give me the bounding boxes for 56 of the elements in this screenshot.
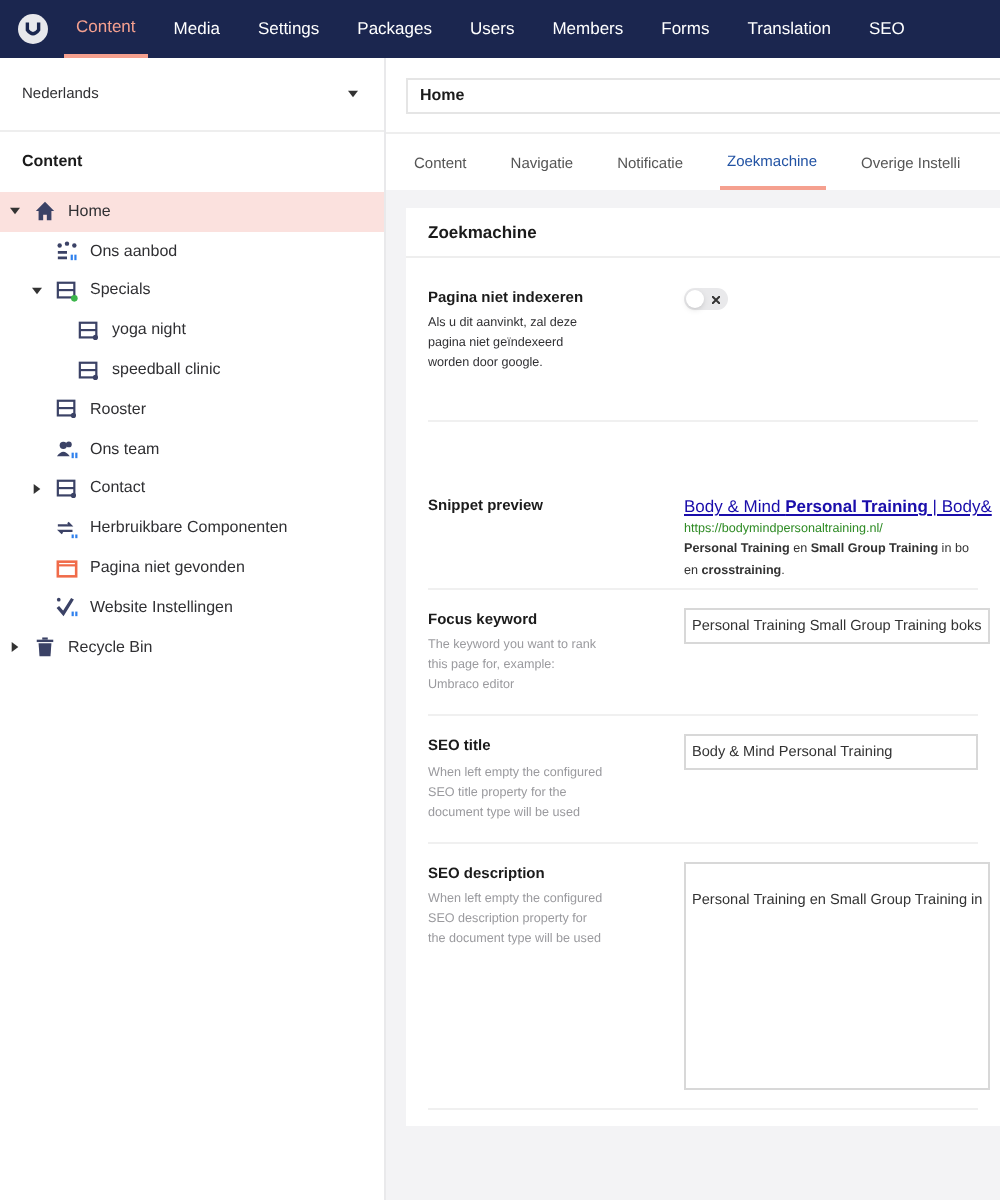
- page-stack-icon: [56, 398, 78, 421]
- snippet-title-link[interactable]: Body & Mind Personal Training | Body&: [684, 494, 992, 520]
- nav-tab[interactable]: Forms: [649, 0, 722, 58]
- tree-item-label: Website Instellingen: [90, 595, 233, 620]
- tree-item[interactable]: Home: [0, 192, 384, 232]
- panel-title: Zoekmachine: [428, 219, 537, 245]
- page-stack-icon: [56, 279, 78, 302]
- checkmark-icon: [56, 596, 78, 619]
- tree-item[interactable]: Rooster: [0, 389, 384, 430]
- nav-tab[interactable]: Users: [458, 0, 527, 58]
- tree-item[interactable]: speedball clinic: [0, 350, 384, 390]
- tree-item[interactable]: Specials: [0, 271, 384, 311]
- tree-item[interactable]: Pagina niet gevonden: [0, 548, 384, 588]
- tree-item-label: yoga night: [112, 318, 186, 343]
- tree-item[interactable]: Contact: [0, 469, 384, 509]
- nav-tab[interactable]: Packages: [345, 0, 444, 58]
- home-icon: [34, 200, 56, 223]
- caret-icon[interactable]: [10, 206, 20, 217]
- close-icon: [712, 295, 720, 303]
- tree-item-label: Recycle Bin: [68, 635, 153, 660]
- section-title: Content: [22, 150, 83, 174]
- caret-icon[interactable]: [32, 483, 42, 494]
- tree-item[interactable]: Ons team: [0, 429, 384, 470]
- page-stack-icon: [78, 359, 100, 382]
- people-icon: [56, 438, 78, 461]
- arrows-icon: [56, 517, 78, 540]
- trash-icon: [34, 636, 56, 659]
- caret-icon[interactable]: [10, 642, 20, 653]
- caret-icon[interactable]: [32, 285, 42, 296]
- tree-item-label: Home: [68, 199, 111, 224]
- nav-tab[interactable]: Settings: [245, 0, 332, 58]
- tree-item-label: Herbruikbare Componenten: [90, 516, 288, 541]
- toggle-switch[interactable]: [684, 288, 728, 310]
- window-icon: [56, 557, 78, 580]
- tree-item[interactable]: yoga night: [0, 310, 384, 351]
- caret-icon: [348, 90, 358, 98]
- tree-item-label: speedball clinic: [112, 358, 221, 383]
- nav-tab[interactable]: SEO: [856, 0, 917, 58]
- tree-item-label: Specials: [90, 278, 151, 303]
- tree-item-label: Ons aanbod: [90, 239, 178, 264]
- nav-tab[interactable]: Media: [161, 0, 232, 58]
- tree-item[interactable]: Recycle Bin: [0, 627, 384, 668]
- tree-item-label: Pagina niet gevonden: [90, 556, 245, 581]
- tree-item-label: Ons team: [90, 437, 160, 462]
- nav-tab[interactable]: Translation: [735, 0, 843, 58]
- tree-item[interactable]: Website Instellingen: [0, 587, 384, 628]
- tree-item[interactable]: Ons aanbod: [0, 231, 384, 272]
- logo-icon[interactable]: [18, 14, 48, 44]
- tree-item-label: Contact: [90, 476, 146, 501]
- tree-item[interactable]: Herbruikbare Componenten: [0, 508, 384, 549]
- grid-icon: [56, 240, 78, 263]
- page-stack-icon: [56, 477, 78, 500]
- page-stack-icon: [78, 319, 100, 342]
- node-name-field[interactable]: Home: [406, 77, 1000, 113]
- nav-tab[interactable]: Members: [540, 0, 636, 58]
- tree-item-label: Rooster: [90, 397, 147, 422]
